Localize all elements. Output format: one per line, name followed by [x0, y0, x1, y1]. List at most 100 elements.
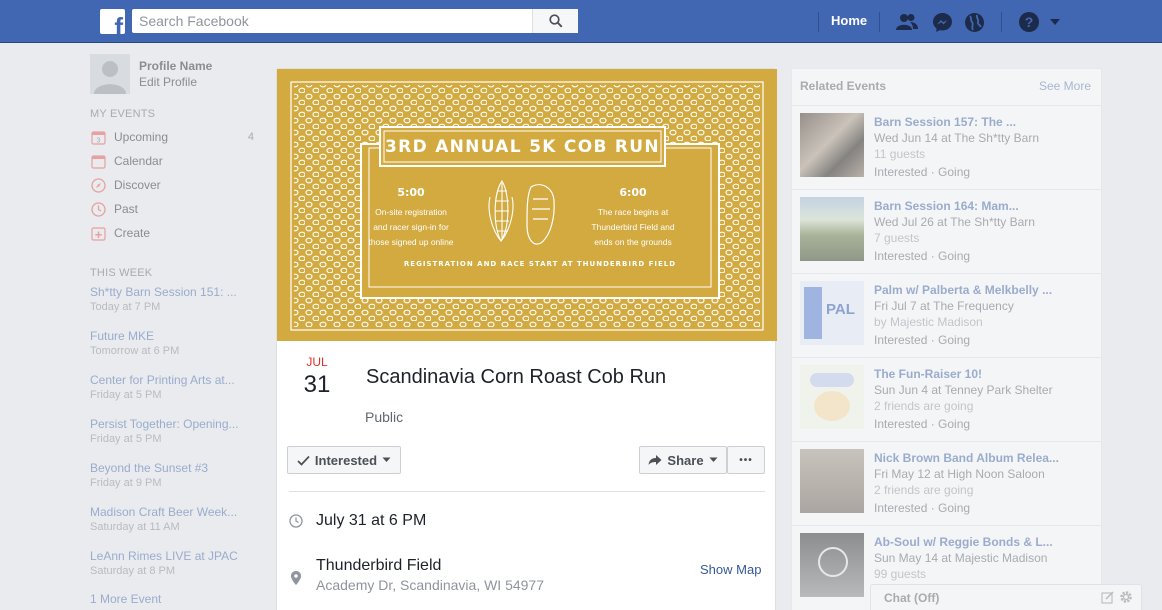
related-event-item[interactable]: Barn Session 164: Mam... Wed Jul 26 at T… [792, 189, 1101, 273]
week-event-item[interactable]: Sh*tty Barn Session 151: ... Today at 7 P… [90, 279, 260, 323]
related-event-guests: 7 guests [874, 231, 920, 245]
related-event-title[interactable]: Barn Session 157: The ... [874, 115, 1016, 129]
sidebar-item-label: Discover [114, 178, 161, 192]
week-event-time: Saturday at 11 AM [90, 521, 180, 533]
thumb-figure [804, 287, 822, 339]
search-button[interactable] [532, 9, 578, 33]
cover-left-time: 5:00 [397, 186, 425, 199]
event-date-month: JUL [306, 355, 328, 369]
divider [289, 491, 765, 492]
profile-name[interactable]: Profile Name [139, 59, 212, 73]
cover-left-text: On-site registration and racer sign-in f… [356, 205, 466, 250]
event-cover-photo[interactable]: 3RD ANNUAL 5K COB RUN 5:00 On-site regis… [277, 69, 777, 341]
related-event-when: Fri May 12 at High Noon Saloon [874, 467, 1045, 481]
week-event-item[interactable]: Madison Craft Beer Week... Saturday at 11… [90, 499, 260, 543]
week-event-title[interactable]: Madison Craft Beer Week... [90, 499, 242, 519]
week-event-item[interactable]: Center for Printing Arts at... Friday at … [90, 367, 260, 411]
related-event-thumbnail[interactable]: PAL [800, 281, 864, 345]
week-event-item[interactable]: Persist Together: Opening... Friday at 5 … [90, 411, 260, 455]
related-event-actions: Interested · Going [874, 417, 971, 431]
interested-button[interactable]: Interested [287, 446, 401, 474]
sidebar-item-past[interactable]: Past [90, 197, 260, 221]
week-event-item[interactable]: Beyond the Sunset #3 Friday at 9 PM [90, 455, 260, 499]
sidebar-item-discover[interactable]: Discover [90, 173, 260, 197]
related-event-thumbnail[interactable] [800, 197, 864, 261]
week-event-time: Friday at 5 PM [90, 389, 162, 401]
compass-icon [90, 177, 106, 193]
going-link[interactable]: Going [938, 333, 970, 347]
going-link[interactable]: Going [938, 417, 970, 431]
related-event-actions: Interested · Going [874, 501, 971, 515]
nav-separator [1001, 12, 1002, 32]
top-navigation-bar: f Home ? [0, 0, 1162, 43]
related-event-when: Sun Jun 4 at Tenney Park Shelter [874, 383, 1053, 397]
interested-link[interactable]: Interested [874, 165, 927, 179]
week-event-item[interactable]: Future MKE Tomorrow at 6 PM [90, 323, 260, 367]
week-event-title[interactable]: Sh*tty Barn Session 151: ... [90, 279, 242, 299]
interested-link[interactable]: Interested [874, 249, 927, 263]
create-plus-icon [90, 225, 106, 241]
cover-right-time: 6:00 [619, 186, 647, 199]
week-event-time: Today at 7 PM [90, 301, 161, 313]
search-input[interactable] [132, 10, 532, 32]
related-event-thumbnail[interactable] [800, 365, 864, 429]
avatar[interactable] [90, 54, 130, 94]
cover-right-line: Thunderbird Field and [591, 222, 675, 232]
related-event-item[interactable]: Nick Brown Band Album Relea... Fri May 1… [792, 441, 1101, 525]
week-event-title[interactable]: Beyond the Sunset #3 [90, 455, 242, 475]
cover-footer: REGISTRATION AND RACE START AT THUNDERBI… [403, 260, 677, 268]
week-event-title[interactable]: LeAnn Rimes LIVE at JPAC [90, 543, 242, 563]
share-label: Share [667, 452, 704, 468]
interested-link[interactable]: Interested [874, 417, 927, 431]
gear-icon[interactable] [1119, 590, 1133, 604]
chat-bar[interactable]: Chat (Off) [870, 584, 1142, 610]
related-event-guests: 99 guests [874, 567, 927, 581]
week-event-time: Saturday at 8 PM [90, 565, 175, 577]
related-event-thumbnail[interactable] [800, 449, 864, 513]
caret-down-icon [382, 457, 391, 462]
week-event-title[interactable]: Future MKE [90, 323, 242, 343]
messenger-icon[interactable] [930, 10, 954, 34]
search-bar [132, 9, 578, 33]
event-place-name[interactable]: Thunderbird Field [316, 557, 544, 575]
more-events-link[interactable]: 1 More Event [90, 592, 260, 606]
sidebar-item-calendar[interactable]: Calendar [90, 149, 260, 173]
related-event-title[interactable]: Ab-Soul w/ Reggie Bonds & L... [874, 535, 1053, 549]
interested-link[interactable]: Interested [874, 333, 927, 347]
home-link[interactable]: Home [831, 13, 867, 28]
compose-icon[interactable] [1101, 591, 1114, 604]
sidebar-item-create[interactable]: Create [90, 221, 260, 245]
related-event-title[interactable]: The Fun-Raiser 10! [874, 367, 982, 381]
related-event-item[interactable]: Barn Session 157: The ... Wed Jun 14 at … [792, 105, 1101, 189]
going-link[interactable]: Going [938, 249, 970, 263]
show-map-link[interactable]: Show Map [700, 562, 761, 577]
related-event-title[interactable]: Palm w/ Palberta & Melkbelly ... [874, 283, 1052, 297]
thumb-banner [810, 373, 854, 387]
upcoming-calendar-icon: 3 [90, 129, 106, 145]
sidebar-item-upcoming[interactable]: 3 Upcoming 4 [90, 125, 260, 149]
event-privacy: Public [365, 409, 404, 425]
cover-artwork [290, 81, 764, 331]
related-event-title[interactable]: Nick Brown Band Album Relea... [874, 451, 1059, 465]
related-event-item[interactable]: The Fun-Raiser 10! Sun Jun 4 at Tenney P… [792, 357, 1101, 441]
related-event-thumbnail[interactable] [800, 533, 864, 597]
see-more-link[interactable]: See More [1039, 79, 1091, 93]
friends-icon[interactable] [895, 10, 919, 34]
related-event-thumbnail[interactable] [800, 113, 864, 177]
week-event-title[interactable]: Center for Printing Arts at... [90, 367, 242, 387]
going-link[interactable]: Going [938, 501, 970, 515]
related-event-title[interactable]: Barn Session 164: Mam... [874, 199, 1019, 213]
interested-link[interactable]: Interested [874, 501, 927, 515]
help-icon[interactable]: ? [1017, 10, 1041, 34]
share-button[interactable]: Share [639, 446, 727, 474]
more-options-button[interactable]: ••• [727, 446, 765, 474]
week-event-title[interactable]: Persist Together: Opening... [90, 411, 242, 431]
edit-profile-link[interactable]: Edit Profile [139, 75, 197, 89]
related-event-item[interactable]: PAL Palm w/ Palberta & Melkbelly ... Fri… [792, 273, 1101, 357]
profile-block[interactable]: Profile Name Edit Profile [90, 54, 260, 98]
globe-icon[interactable] [962, 10, 986, 34]
caret-down-icon[interactable] [1043, 10, 1067, 34]
going-link[interactable]: Going [938, 165, 970, 179]
facebook-logo[interactable]: f [100, 9, 125, 34]
week-event-item[interactable]: LeAnn Rimes LIVE at JPAC Saturday at 8 PM [90, 543, 260, 587]
